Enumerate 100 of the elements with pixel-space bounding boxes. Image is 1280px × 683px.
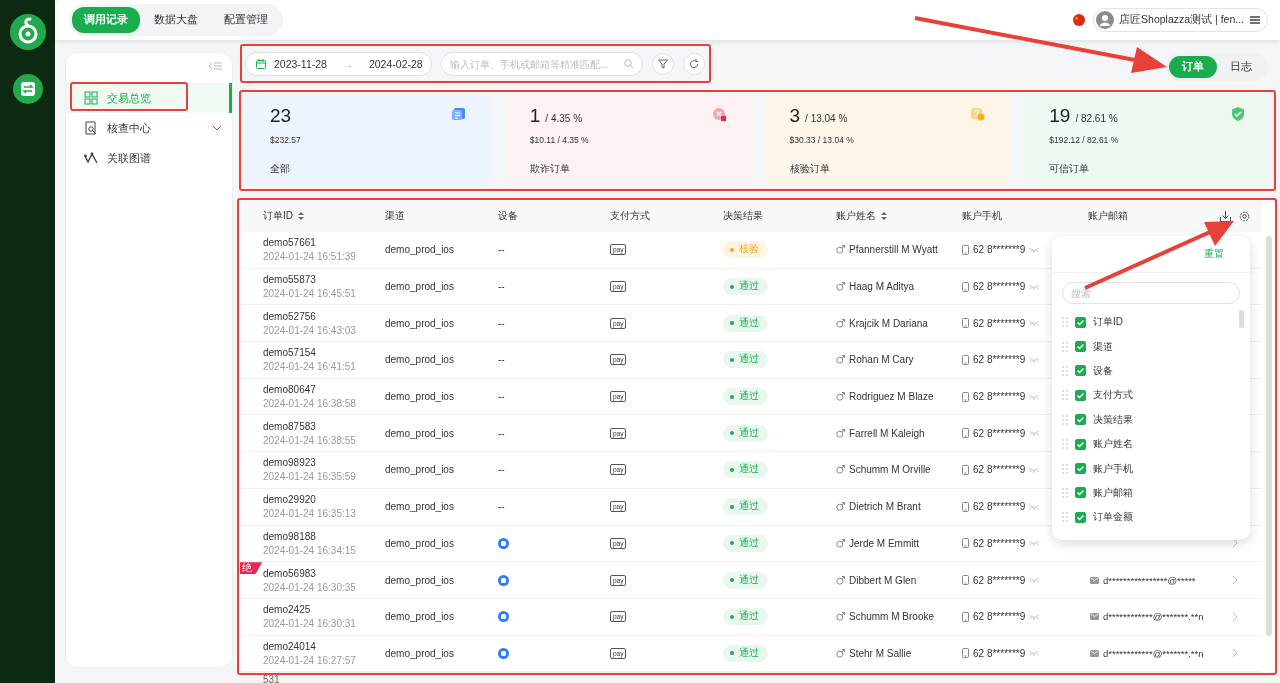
stat-label: 核验订单 (789, 162, 831, 176)
collapse-icon[interactable] (208, 61, 222, 71)
checkbox[interactable] (1075, 511, 1086, 523)
drag-handle-icon[interactable] (1062, 341, 1068, 352)
stat-count: 1 (529, 105, 541, 127)
checkbox[interactable] (1075, 463, 1086, 475)
drag-handle-icon[interactable] (1062, 487, 1068, 498)
start-date: 2023-11-28 (274, 58, 327, 70)
stat-label: 欺诈订单 (529, 162, 571, 176)
sidebar-item[interactable]: 核查中心 (66, 113, 232, 143)
column-option: 设备 (1093, 363, 1113, 378)
order-id[interactable]: demo24014 (263, 640, 356, 652)
drag-handle-icon[interactable] (1062, 390, 1068, 401)
device-icon[interactable] (498, 647, 509, 659)
checkbox[interactable] (1075, 316, 1086, 328)
eye-closed-icon[interactable] (1029, 393, 1040, 400)
device-cell: -- (498, 281, 505, 293)
eye-closed-icon[interactable] (1029, 430, 1040, 437)
mail-icon (1090, 576, 1099, 584)
chevron-right-icon[interactable] (1231, 648, 1238, 659)
mail-icon (1090, 613, 1099, 621)
eye-closed-icon[interactable] (1029, 466, 1040, 473)
order-id[interactable]: demo80647 (263, 384, 356, 396)
order-id[interactable]: demo57661 (263, 237, 356, 249)
checkbox[interactable] (1075, 389, 1086, 401)
stat-amount: $192.12 / 82.61 % (1049, 135, 1120, 145)
order-id[interactable]: demo29920 (263, 494, 356, 506)
chevron-right-icon[interactable] (1231, 575, 1238, 586)
device-icon[interactable] (498, 611, 509, 623)
flag-icon[interactable] (1073, 14, 1086, 26)
device-cell: -- (498, 317, 505, 329)
order-id[interactable]: demo98188 (263, 530, 356, 542)
eye-closed-icon[interactable] (1029, 320, 1040, 327)
checkbox[interactable] (1075, 487, 1086, 499)
date-range-field[interactable]: 2023-11-28 → 2024-02-28 (245, 52, 432, 76)
male-icon (836, 648, 845, 658)
nav-tab[interactable]: 数据大盘 (142, 7, 210, 33)
eye-closed-icon[interactable] (1029, 503, 1040, 510)
stat-card[interactable]: 23 $232.57 全部 (245, 95, 491, 185)
order-id[interactable]: demo52756 (263, 310, 356, 322)
order-id[interactable]: demo57154 (263, 347, 356, 359)
drag-handle-icon[interactable] (1062, 414, 1068, 425)
decision-badge: 通过 (723, 571, 768, 589)
column-option: 订单ID (1093, 315, 1123, 330)
checkbox[interactable] (1075, 341, 1086, 353)
chevron-right-icon[interactable] (1231, 611, 1238, 622)
logo-icon[interactable] (9, 14, 46, 50)
sort-icon[interactable] (297, 211, 305, 221)
column-search-field[interactable]: 搜索 (1062, 282, 1240, 304)
settings-icon[interactable] (1238, 210, 1250, 222)
eye-closed-icon[interactable] (1029, 356, 1040, 363)
order-id[interactable]: demo56983 (263, 567, 356, 579)
order-id[interactable]: demo55873 (263, 274, 356, 286)
device-icon[interactable] (498, 574, 509, 586)
decision-badge: 通过 (723, 351, 768, 369)
drag-handle-icon[interactable] (1062, 512, 1068, 523)
refresh-button[interactable] (683, 53, 705, 75)
eye-closed-icon[interactable] (1029, 283, 1040, 290)
checkbox[interactable] (1075, 414, 1086, 426)
column-option: 账户姓名 (1093, 437, 1133, 452)
view-tab[interactable]: 日志 (1217, 56, 1265, 78)
order-id[interactable]: demo87583 (263, 420, 356, 432)
scrollbar[interactable] (1265, 236, 1272, 636)
column-header: 支付方式 (610, 209, 650, 223)
eye-closed-icon[interactable] (1029, 613, 1040, 620)
drag-handle-icon[interactable] (1062, 317, 1068, 328)
nav-tab[interactable]: 配置管理 (212, 7, 280, 33)
drag-handle-icon[interactable] (1062, 463, 1068, 474)
filter-button[interactable] (652, 53, 674, 75)
male-icon (836, 428, 845, 438)
eye-closed-icon[interactable] (1029, 540, 1040, 547)
menu-icon[interactable] (1249, 14, 1261, 26)
phone-icon (962, 575, 969, 586)
phone-cell: 62 8*******9 (973, 501, 1026, 513)
account-name-cell: Rodriguez M Blaze (849, 391, 934, 403)
stat-card[interactable]: 3 / 13.04 % $30.33 / 13.04 % 核验订单 (764, 95, 1011, 185)
order-id[interactable]: demo98923 (263, 457, 356, 469)
checkbox[interactable] (1075, 438, 1086, 450)
eye-closed-icon[interactable] (1029, 246, 1040, 253)
column-header[interactable]: 订单ID (263, 209, 293, 223)
check-icon (1076, 439, 1085, 449)
phone-cell: 62 8*******9 (973, 464, 1026, 476)
device-cell: -- (498, 391, 505, 403)
sidebar-item[interactable]: 关联图谱 (66, 143, 232, 173)
scrollbar[interactable] (1239, 310, 1244, 328)
device-icon[interactable] (498, 537, 509, 549)
eye-closed-icon[interactable] (1029, 650, 1040, 657)
eye-closed-icon[interactable] (1029, 577, 1040, 584)
column-header[interactable]: 账户姓名 (836, 209, 876, 223)
drag-handle-icon[interactable] (1062, 439, 1068, 450)
stat-card[interactable]: 1 / 4.35 % $10.11 / 4.35 % 欺诈订单 (504, 95, 751, 185)
order-time: 2024-01-24 16:45:51 (263, 288, 356, 300)
swap-icon[interactable] (12, 74, 43, 104)
checkbox[interactable] (1075, 365, 1086, 377)
stat-label: 可信订单 (1049, 162, 1091, 176)
stat-amount: $30.33 / 13.04 % (789, 135, 855, 145)
drag-handle-icon[interactable] (1062, 365, 1068, 376)
stat-card[interactable]: 19 / 82.61 % $192.12 / 82.61 % 可信订单 (1024, 95, 1270, 185)
order-id[interactable]: demo2425 (263, 604, 356, 616)
sort-icon[interactable] (880, 211, 888, 221)
